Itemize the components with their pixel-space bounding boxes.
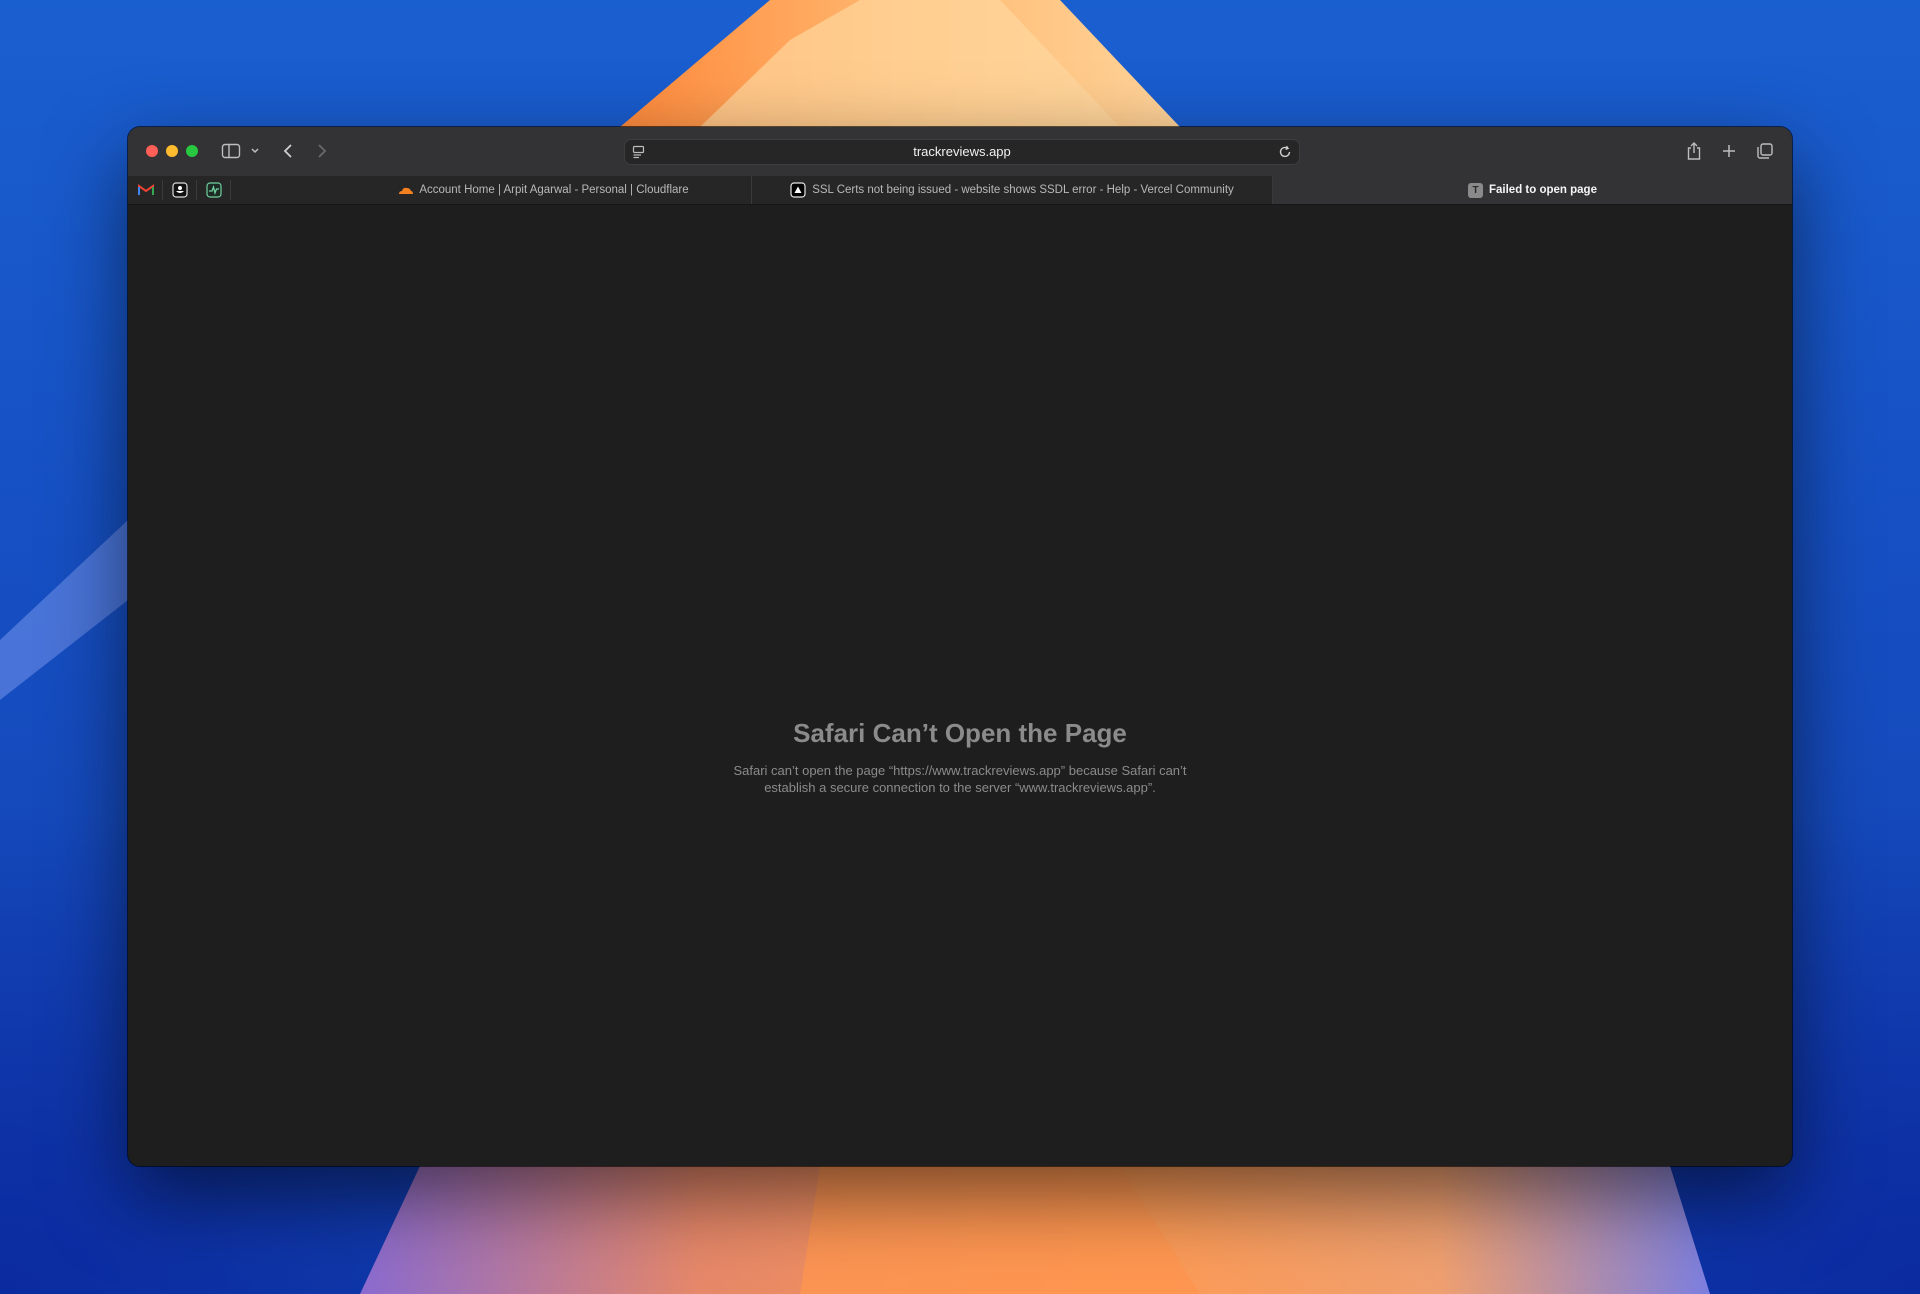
- tab-divider: [162, 180, 163, 200]
- minimize-window-button[interactable]: [166, 145, 178, 157]
- vercel-icon: [790, 182, 806, 198]
- share-button[interactable]: [1684, 139, 1704, 163]
- chevron-right-icon: [318, 144, 327, 158]
- address-bar[interactable]: trackreviews.app: [624, 139, 1300, 165]
- reload-icon[interactable]: [1277, 144, 1293, 160]
- sidebar-icon: [221, 143, 241, 159]
- back-button[interactable]: [278, 139, 298, 163]
- new-tab-button[interactable]: [1719, 139, 1739, 163]
- tab-title: SSL Certs not being issued - website sho…: [812, 184, 1234, 196]
- tab-vercel[interactable]: SSL Certs not being issued - website sho…: [752, 176, 1272, 204]
- pinned-tab-activity[interactable]: [205, 181, 223, 199]
- chevron-left-icon: [283, 144, 292, 158]
- close-window-button[interactable]: [146, 145, 158, 157]
- pinned-activity-icon: [206, 182, 222, 198]
- error-page: Safari Can’t Open the Page Safari can’t …: [128, 205, 1792, 1166]
- pinned-tab-gmail[interactable]: [137, 181, 155, 199]
- tab-failed-to-open[interactable]: T Failed to open page: [1273, 176, 1792, 204]
- error-title: Safari Can’t Open the Page: [793, 718, 1127, 748]
- toolbar: trackreviews.app: [128, 127, 1792, 177]
- address-url: trackreviews.app: [913, 144, 1011, 159]
- tab-title: Account Home | Arpit Agarwal - Personal …: [419, 184, 689, 196]
- forward-button[interactable]: [312, 139, 332, 163]
- letter-t-icon: T: [1468, 182, 1483, 198]
- share-icon: [1687, 142, 1701, 160]
- sidebar-menu-button[interactable]: [248, 139, 262, 163]
- browser-window: trackreviews.app Account Home | Arpit Ag…: [128, 127, 1792, 1166]
- tab-overview-icon: [1757, 143, 1773, 159]
- tab-divider: [196, 180, 197, 200]
- pinned-app-icon: [172, 182, 188, 198]
- error-message: Safari can’t open the page “https://www.…: [733, 763, 1187, 795]
- chevron-down-icon: [251, 148, 259, 154]
- plus-icon: [1723, 145, 1735, 157]
- tab-bar: Account Home | Arpit Agarwal - Personal …: [128, 176, 1792, 205]
- cloudflare-icon: [399, 187, 414, 194]
- pinned-tab-app[interactable]: [171, 181, 189, 199]
- tab-title: Failed to open page: [1489, 184, 1597, 196]
- gmail-icon: [138, 184, 154, 195]
- sidebar-toggle-button[interactable]: [220, 139, 242, 163]
- tab-overview-button[interactable]: [1755, 139, 1775, 163]
- maximize-window-button[interactable]: [186, 145, 198, 157]
